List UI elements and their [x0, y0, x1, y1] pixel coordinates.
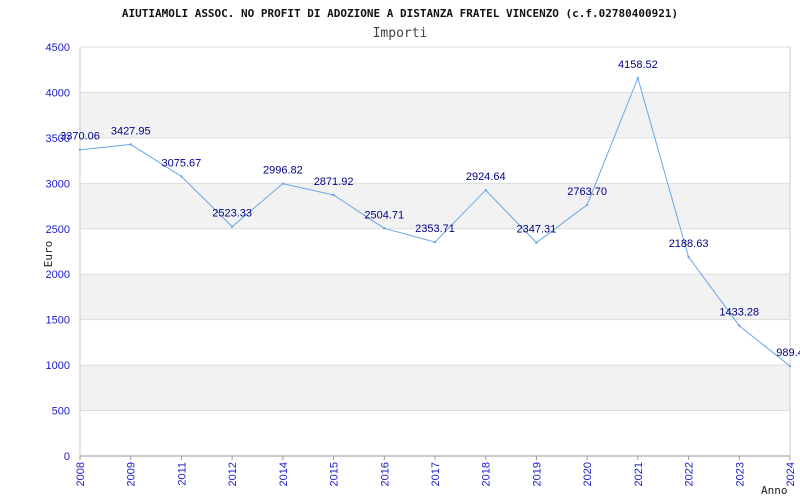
data-label: 2504.71 [364, 209, 404, 221]
y-tick-label: 1000 [46, 360, 70, 372]
y-tick-label: 4000 [46, 87, 70, 99]
plot-bands [80, 92, 790, 411]
data-point [180, 175, 183, 178]
x-tick-label: 2011 [176, 462, 188, 486]
x-tick-label: 2018 [481, 462, 493, 486]
data-point [383, 227, 386, 230]
x-tick-labels: 2008 2009 2011 2012 2014 2015 2016 2017 2018 2019… [75, 462, 797, 486]
plot-band [80, 274, 790, 320]
data-label: 3427.95 [111, 125, 151, 137]
data-point [788, 364, 792, 368]
y-tick-label: 500 [52, 406, 70, 418]
data-point [433, 240, 437, 244]
data-label: 2353.71 [415, 223, 455, 235]
data-point [129, 143, 132, 146]
data-label: 2763.70 [567, 186, 607, 198]
x-tick-label: 2020 [582, 462, 594, 486]
x-tick-label: 2008 [75, 462, 87, 486]
x-tick-label: 2012 [227, 462, 239, 486]
data-point [738, 324, 741, 327]
data-label: 2996.82 [263, 165, 303, 177]
x-tick-label: 2015 [329, 462, 341, 486]
x-tick-label: 2024 [785, 462, 797, 486]
x-tick-label: 2022 [684, 462, 696, 486]
data-label: 3370.06 [60, 131, 100, 143]
data-point [78, 148, 82, 151]
plot-band [80, 92, 790, 138]
line-chart: AIUTIAMOLI ASSOC. NO PROFIT DI ADOZIONE … [42, 7, 800, 497]
data-label: 2871.92 [314, 176, 354, 188]
data-label: 4158.52 [618, 59, 658, 71]
y-tick-label: 4500 [46, 42, 70, 54]
data-label: 2347.31 [517, 224, 557, 236]
x-tick-label: 2023 [734, 462, 746, 486]
data-point [484, 188, 487, 192]
x-axis-label: Anno [761, 484, 788, 497]
y-tick-label: 3000 [46, 178, 70, 190]
x-tick-label: 2009 [126, 462, 138, 486]
chart-subtitle: Importi [373, 26, 428, 41]
data-point [687, 255, 690, 259]
x-tick-label: 2014 [278, 462, 290, 486]
data-point [230, 225, 234, 228]
data-point [636, 76, 640, 80]
y-tick-label: 2000 [46, 269, 70, 281]
x-tick-label: 2019 [531, 462, 543, 486]
data-label: 2523.33 [212, 208, 252, 220]
data-label: 2188.63 [669, 238, 709, 250]
y-tick-label: 0 [64, 451, 70, 463]
y-tick-label: 1500 [46, 315, 70, 327]
y-tick-label: 2500 [46, 224, 70, 236]
data-point [281, 182, 285, 185]
data-label: 3075.67 [162, 157, 202, 169]
data-point [332, 193, 335, 197]
x-tick-label: 2016 [379, 462, 391, 486]
data-point [585, 203, 589, 207]
x-tick-label: 2021 [633, 462, 645, 486]
data-label: 989.4 [776, 347, 800, 359]
data-label: 1433.28 [719, 307, 759, 319]
chart-title: AIUTIAMOLI ASSOC. NO PROFIT DI ADOZIONE … [122, 7, 678, 20]
data-label: 2924.64 [466, 171, 506, 183]
y-axis-label: Euro [42, 241, 55, 268]
plot-band [80, 183, 790, 229]
plot-band [80, 365, 790, 411]
x-tick-label: 2017 [430, 462, 442, 486]
data-point [535, 241, 538, 244]
